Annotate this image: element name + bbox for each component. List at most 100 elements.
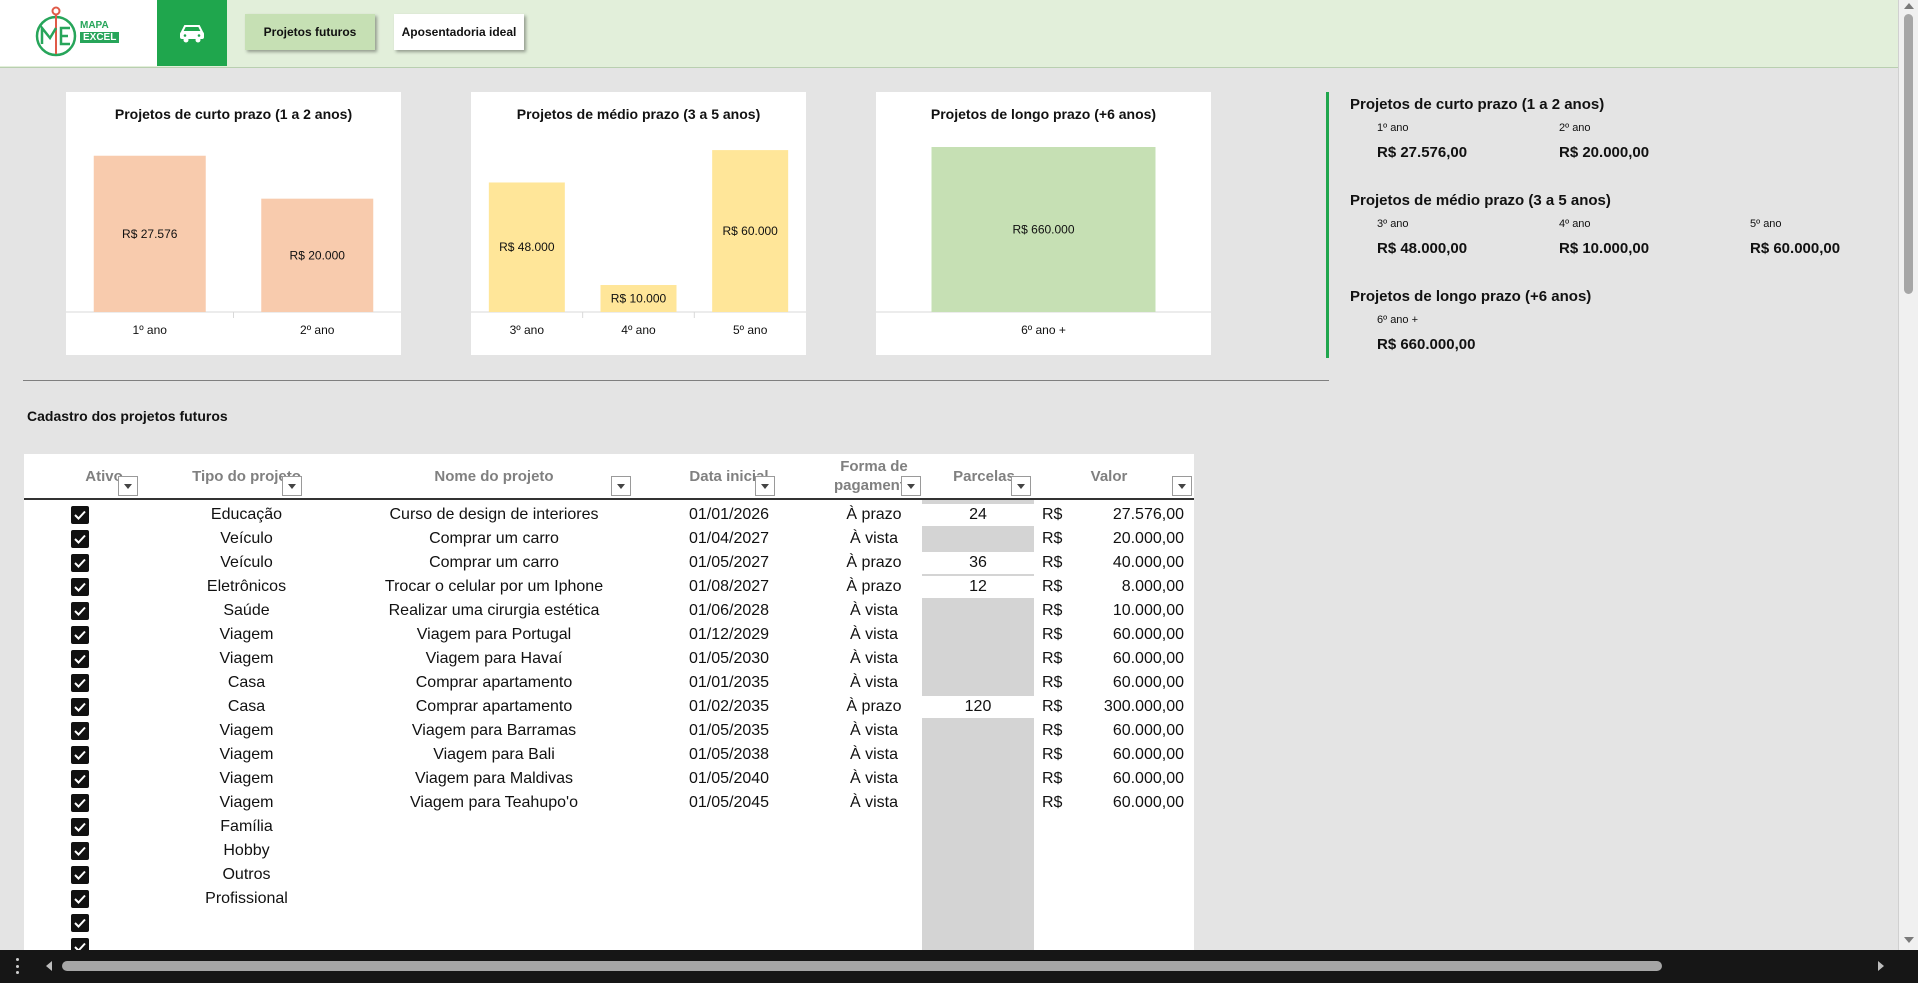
cell-tipo[interactable]: Viagem [154, 767, 339, 791]
ativo-checkbox[interactable] [71, 650, 89, 668]
ativo-checkbox[interactable] [71, 602, 89, 620]
cell-valor[interactable]: 60.000,00 [1074, 767, 1184, 791]
cell-parcelas[interactable] [922, 839, 1034, 863]
cell-valor[interactable] [1074, 839, 1184, 863]
cell-data[interactable] [649, 887, 809, 911]
cell-nome[interactable] [339, 839, 649, 863]
cell-valor[interactable]: 20.000,00 [1074, 527, 1184, 551]
cell-tipo[interactable]: Veículo [154, 551, 339, 575]
cell-valor[interactable] [1074, 863, 1184, 887]
cell-parcelas[interactable] [922, 719, 1034, 743]
cell-valor[interactable]: 27.576,00 [1074, 503, 1184, 527]
cell-valor[interactable] [1074, 887, 1184, 911]
vertical-scrollbar[interactable] [1898, 0, 1918, 950]
cell-nome[interactable]: Curso de design de interiores [339, 503, 649, 527]
ativo-checkbox[interactable] [71, 866, 89, 884]
cell-data[interactable] [649, 839, 809, 863]
cell-nome[interactable] [339, 887, 649, 911]
cell-tipo[interactable]: Viagem [154, 719, 339, 743]
cell-data[interactable]: 01/05/2040 [649, 767, 809, 791]
cell-data[interactable]: 01/05/2027 [649, 551, 809, 575]
filter-dropdown-icon[interactable] [901, 476, 921, 496]
cell-data[interactable]: 01/08/2027 [649, 575, 809, 599]
cell-data[interactable] [649, 815, 809, 839]
cell-parcelas[interactable] [922, 767, 1034, 791]
ativo-checkbox[interactable] [71, 842, 89, 860]
ativo-checkbox[interactable] [71, 914, 89, 932]
cell-tipo[interactable]: Viagem [154, 743, 339, 767]
cell-nome[interactable]: Viagem para Maldivas [339, 767, 649, 791]
cell-parcelas[interactable] [922, 791, 1034, 815]
cell-nome[interactable] [339, 815, 649, 839]
more-options-icon[interactable] [16, 958, 20, 974]
filter-dropdown-icon[interactable] [118, 476, 138, 496]
cell-valor[interactable]: 60.000,00 [1074, 791, 1184, 815]
cell-nome[interactable]: Viagem para Havaí [339, 647, 649, 671]
ativo-checkbox[interactable] [71, 698, 89, 716]
ativo-checkbox[interactable] [71, 554, 89, 572]
cell-data[interactable]: 01/05/2035 [649, 719, 809, 743]
cell-nome[interactable]: Realizar uma cirurgia estética [339, 599, 649, 623]
filter-dropdown-icon[interactable] [611, 476, 631, 496]
cell-parcelas[interactable] [922, 743, 1034, 767]
cell-tipo[interactable]: Outros [154, 863, 339, 887]
cell-tipo[interactable]: Hobby [154, 839, 339, 863]
cell-parcelas[interactable] [922, 815, 1034, 839]
scroll-down-icon[interactable] [1904, 937, 1914, 943]
cell-parcelas[interactable] [922, 911, 1034, 935]
cell-valor[interactable]: 40.000,00 [1074, 551, 1184, 575]
ativo-checkbox[interactable] [71, 530, 89, 548]
cell-nome[interactable]: Viagem para Portugal [339, 623, 649, 647]
tab-projetos-futuros[interactable]: Projetos futuros [245, 14, 375, 50]
cell-data[interactable]: 01/05/2038 [649, 743, 809, 767]
cell-tipo[interactable]: Eletrônicos [154, 575, 339, 599]
ativo-checkbox[interactable] [71, 506, 89, 524]
cell-parcelas[interactable] [922, 887, 1034, 911]
cell-data[interactable]: 01/01/2026 [649, 503, 809, 527]
cell-nome[interactable]: Viagem para Barramas [339, 719, 649, 743]
cell-valor[interactable]: 60.000,00 [1074, 647, 1184, 671]
cell-data[interactable]: 01/05/2030 [649, 647, 809, 671]
vertical-scroll-thumb[interactable] [1904, 14, 1913, 294]
scroll-up-icon[interactable] [1904, 3, 1914, 9]
cell-nome[interactable] [339, 863, 649, 887]
cell-nome[interactable] [339, 911, 649, 935]
ativo-checkbox[interactable] [71, 746, 89, 764]
ativo-checkbox[interactable] [71, 770, 89, 788]
cell-parcelas[interactable] [922, 863, 1034, 887]
cell-nome[interactable]: Comprar apartamento [339, 671, 649, 695]
cell-valor[interactable]: 10.000,00 [1074, 599, 1184, 623]
cell-nome[interactable]: Comprar um carro [339, 527, 649, 551]
cell-parcelas[interactable] [922, 599, 1034, 623]
cell-nome[interactable]: Comprar apartamento [339, 695, 649, 719]
cell-tipo[interactable]: Viagem [154, 647, 339, 671]
car-nav-button[interactable] [157, 0, 227, 66]
ativo-checkbox[interactable] [71, 578, 89, 596]
cell-valor[interactable]: 60.000,00 [1074, 719, 1184, 743]
cell-data[interactable]: 01/06/2028 [649, 599, 809, 623]
cell-data[interactable]: 01/01/2035 [649, 671, 809, 695]
cell-tipo[interactable] [154, 911, 339, 935]
cell-data[interactable]: 01/12/2029 [649, 623, 809, 647]
cell-tipo[interactable]: Viagem [154, 623, 339, 647]
scroll-right-icon[interactable] [1878, 961, 1884, 971]
cell-valor[interactable]: 300.000,00 [1074, 695, 1184, 719]
cell-data[interactable]: 01/05/2045 [649, 791, 809, 815]
cell-data[interactable]: 01/02/2035 [649, 695, 809, 719]
cell-valor[interactable] [1074, 911, 1184, 935]
cell-parcelas[interactable] [922, 647, 1034, 671]
cell-tipo[interactable]: Casa [154, 695, 339, 719]
horizontal-scroll-thumb[interactable] [62, 961, 1662, 971]
ativo-checkbox[interactable] [71, 890, 89, 908]
cell-tipo[interactable]: Profissional [154, 887, 339, 911]
cell-parcelas[interactable] [922, 527, 1034, 551]
cell-tipo[interactable]: Família [154, 815, 339, 839]
cell-parcelas[interactable]: 24 [922, 503, 1034, 527]
filter-dropdown-icon[interactable] [1172, 476, 1192, 496]
ativo-checkbox[interactable] [71, 722, 89, 740]
filter-dropdown-icon[interactable] [1011, 476, 1031, 496]
cell-valor[interactable]: 60.000,00 [1074, 743, 1184, 767]
cell-valor[interactable]: 8.000,00 [1074, 575, 1184, 599]
ativo-checkbox[interactable] [71, 818, 89, 836]
scroll-left-icon[interactable] [46, 961, 52, 971]
